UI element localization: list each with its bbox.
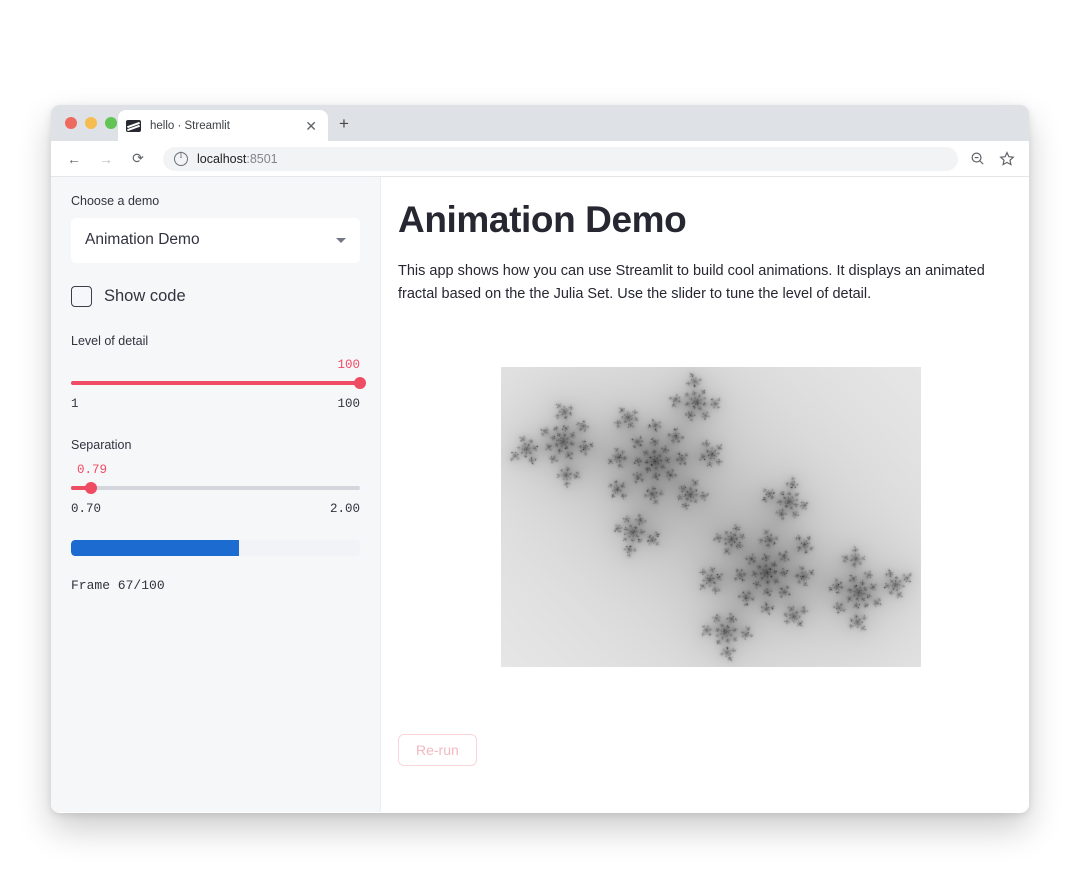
- forward-arrow-icon[interactable]: →: [95, 148, 117, 170]
- window-maximize-button[interactable]: [105, 117, 117, 129]
- window-close-button[interactable]: [65, 117, 77, 129]
- level-of-detail-value: 100: [337, 358, 360, 372]
- show-code-label: Show code: [104, 286, 186, 305]
- browser-window: hello · Streamlit ✕ + ← → ⟳ localhost:85…: [51, 105, 1029, 813]
- slider-thumb[interactable]: [354, 377, 366, 389]
- slider-rail: [71, 485, 360, 490]
- streamlit-sidebar: Choose a demo Animation Demo Show code L…: [51, 177, 381, 812]
- streamlit-logo-icon: [126, 119, 141, 132]
- level-of-detail-range: 1 100: [71, 397, 360, 411]
- separation-range: 0.70 2.00: [71, 502, 360, 516]
- julia-set-fractal: [501, 367, 921, 667]
- progress-bar: [71, 539, 360, 556]
- demo-select-dropdown[interactable]: Animation Demo: [71, 217, 360, 263]
- demo-select-label: Choose a demo: [71, 194, 160, 208]
- demo-select-value: Animation Demo: [85, 231, 200, 248]
- rerun-button[interactable]: Re-run: [398, 734, 477, 766]
- progress-bar-fill: [71, 539, 239, 556]
- level-of-detail-label: Level of detail: [71, 333, 149, 348]
- zoom-magnifier-icon[interactable]: [970, 151, 985, 166]
- separation-label: Separation: [71, 438, 132, 452]
- toolbar-right-icons: [970, 150, 1017, 167]
- streamlit-page: Choose a demo Animation Demo Show code L…: [51, 177, 1029, 812]
- streamlit-main-content: Animation Demo This app shows how you ca…: [381, 177, 1029, 812]
- slider-max-label: 2.00: [329, 501, 360, 516]
- separation-slider[interactable]: [71, 480, 360, 496]
- intro-description: This app shows how you can use Streamlit…: [398, 262, 985, 303]
- frame-status-text: Frame 67/100: [71, 577, 165, 593]
- browser-tab-strip: hello · Streamlit ✕ +: [51, 105, 1029, 141]
- level-of-detail-slider[interactable]: [71, 375, 366, 391]
- url-port: :8501: [246, 151, 278, 166]
- browser-toolbar: ← → ⟳ localhost:8501: [51, 141, 1029, 177]
- info-circle-icon[interactable]: [174, 150, 188, 166]
- new-tab-button[interactable]: +: [339, 115, 349, 132]
- chevron-down-icon: [336, 237, 346, 243]
- slider-thumb[interactable]: [84, 481, 97, 494]
- separation-value: 0.79: [77, 462, 108, 477]
- bookmark-star-icon[interactable]: [999, 150, 1015, 167]
- slider-max-label: 100: [337, 397, 360, 411]
- window-minimize-button[interactable]: [85, 117, 97, 129]
- url-host: localhost: [197, 151, 247, 166]
- browser-tab[interactable]: hello · Streamlit ✕: [118, 110, 328, 141]
- reload-icon[interactable]: ⟳: [127, 148, 149, 170]
- address-bar[interactable]: localhost:8501: [163, 146, 958, 171]
- fractal-canvas: [501, 367, 921, 667]
- checkbox-box-icon: [71, 285, 92, 307]
- slider-min-label: 0.70: [71, 501, 102, 516]
- address-bar-url: localhost:8501: [197, 152, 278, 166]
- separation-slider-block: Separation 0.79 0.70 2.00: [71, 437, 360, 516]
- back-arrow-icon[interactable]: ←: [63, 148, 85, 170]
- slider-min-label: 1: [71, 397, 79, 411]
- browser-tab-title: hello · Streamlit: [150, 119, 230, 132]
- page-title: Animation Demo: [398, 199, 687, 240]
- window-traffic-lights: [65, 117, 117, 129]
- close-icon[interactable]: ✕: [302, 119, 320, 133]
- slider-fill: [71, 381, 360, 385]
- show-code-checkbox[interactable]: Show code: [71, 285, 360, 307]
- level-of-detail-slider-block: Level of detail 100 1 100: [71, 333, 366, 411]
